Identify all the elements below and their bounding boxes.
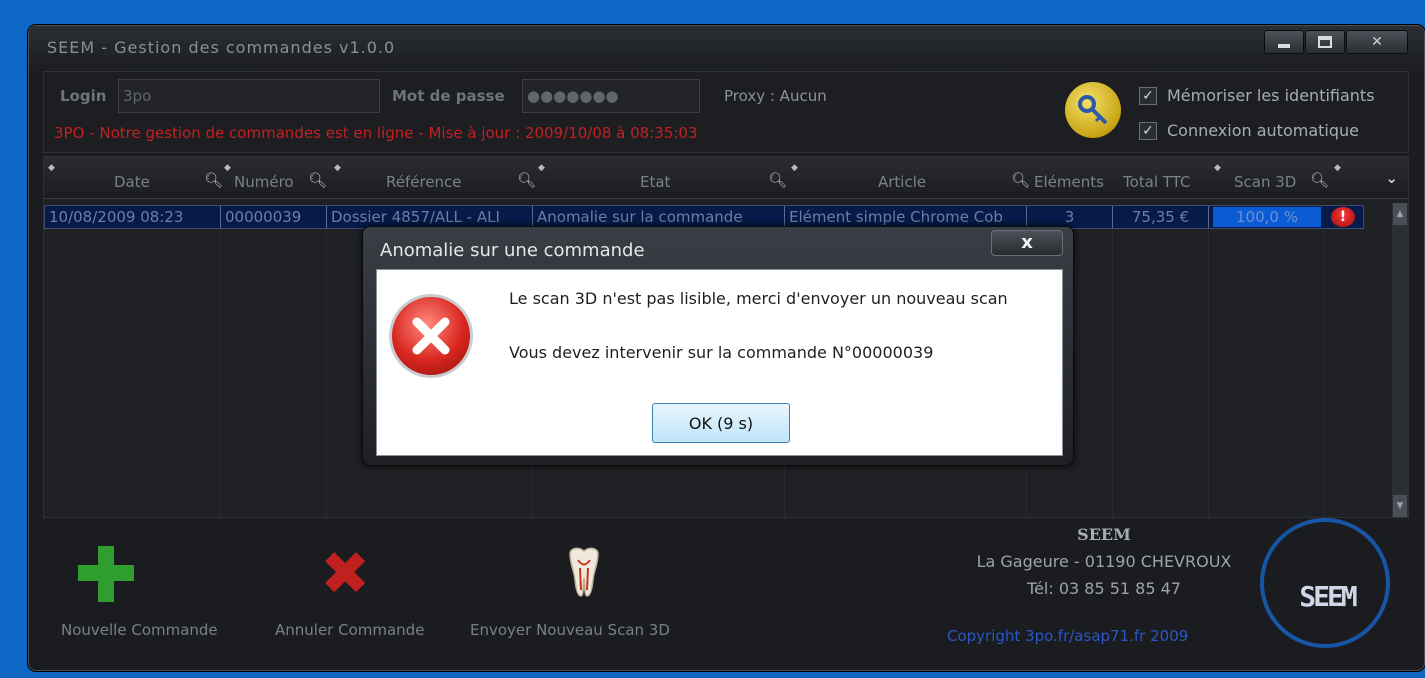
column-scan3d[interactable]: Scan 3D <box>1234 173 1296 191</box>
close-icon: x <box>1021 232 1033 253</box>
magnifier-icon[interactable]: 🔍︎ <box>308 171 327 189</box>
password-input[interactable] <box>522 79 700 113</box>
column-divider <box>326 230 327 517</box>
proxy-status: Proxy : Aucun <box>724 87 827 105</box>
remember-credentials[interactable]: ✓ Mémoriser les identifiants <box>1139 86 1375 105</box>
cancel-order-label-wrap[interactable]: Annuler Commande <box>275 620 424 639</box>
new-order-label-wrap[interactable]: Nouvelle Commande <box>61 620 218 639</box>
anomaly-dialog: Anomalie sur une commande x Le scan 3D n… <box>362 226 1074 466</box>
login-label: Login <box>60 87 107 105</box>
close-window-button[interactable]: ✕ <box>1346 30 1408 54</box>
sort-arrow-icon: ◆ <box>1214 163 1221 173</box>
title-bar[interactable]: SEEM - Gestion des commandes v1.0.0 ✕ <box>29 26 1424 71</box>
auto-connect[interactable]: ✓ Connexion automatique <box>1139 121 1359 140</box>
column-date[interactable]: Date <box>114 173 150 191</box>
cell-article: Elément simple Chrome Cob <box>785 206 1027 228</box>
column-total[interactable]: Total TTC <box>1123 173 1190 191</box>
cell-numero: 00000039 <box>221 206 327 228</box>
maximize-button[interactable] <box>1305 30 1345 54</box>
warning-icon[interactable]: ! <box>1331 207 1355 227</box>
company-phone: Tél: 03 85 51 85 47 <box>1027 579 1181 598</box>
cancel-order-label: Annuler Commande <box>275 621 425 639</box>
minimize-button[interactable] <box>1264 30 1304 54</box>
column-divider <box>1324 230 1325 517</box>
magnifier-icon[interactable]: 🔍︎ <box>204 171 223 189</box>
scroll-down-arrow-icon[interactable]: ▼ <box>1393 495 1407 517</box>
magnifier-icon[interactable]: 🔍︎ <box>1310 171 1329 189</box>
connect-button[interactable] <box>1065 82 1121 138</box>
sort-arrow-icon: ◆ <box>791 163 798 173</box>
column-etat[interactable]: Etat <box>640 173 670 191</box>
magnifier-icon[interactable]: 🔍︎ <box>768 171 787 189</box>
password-label: Mot de passe <box>392 87 505 105</box>
new-order-label: Nouvelle Commande <box>61 621 218 639</box>
column-reference[interactable]: Référence <box>386 173 462 191</box>
close-icon: ✕ <box>1371 34 1383 50</box>
table-header: ◆ Date 🔍︎ ◆ Numéro 🔍︎ ◆ Référence 🔍︎ ◆ E… <box>44 157 1408 199</box>
copyright-text: Copyright 3po.fr/asap71.fr 2009 <box>947 627 1189 645</box>
magnifier-icon[interactable]: 🔍︎ <box>1011 171 1030 189</box>
maximize-icon <box>1318 36 1332 48</box>
expand-chevron-icon[interactable]: ⌄ <box>1385 169 1398 187</box>
login-input[interactable] <box>118 79 380 113</box>
dialog-message-order: Vous devez intervenir sur la commande N°… <box>509 343 934 362</box>
column-elements[interactable]: Eléments <box>1034 173 1104 191</box>
vertical-scrollbar[interactable]: ▲ ▼ <box>1392 203 1408 517</box>
login-panel: Login Mot de passe Proxy : Aucun 3PO - N… <box>43 71 1409 153</box>
cell-elements: 3 <box>1027 206 1113 228</box>
column-article[interactable]: Article <box>878 173 926 191</box>
cell-date: 10/08/2009 08:23 <box>45 206 221 228</box>
column-divider <box>1208 230 1209 517</box>
window-title: SEEM - Gestion des commandes v1.0.0 <box>47 38 396 57</box>
cancel-order-button[interactable]: ✖ <box>320 544 370 604</box>
scroll-up-arrow-icon[interactable]: ▲ <box>1393 203 1407 225</box>
sort-arrow-icon: ◆ <box>334 163 341 173</box>
error-icon <box>389 294 473 378</box>
column-divider <box>220 230 221 517</box>
sort-arrow-icon: ◆ <box>224 163 231 173</box>
column-divider <box>1112 230 1113 517</box>
company-address: La Gageure - 01190 CHEVROUX <box>976 552 1232 571</box>
ok-button[interactable]: OK (9 s) <box>652 403 790 443</box>
connection-status: 3PO - Notre gestion de commandes est en … <box>54 124 698 142</box>
cell-etat: Anomalie sur la commande <box>533 206 785 228</box>
plus-icon-stem <box>98 546 114 602</box>
error-cross-icon <box>412 317 450 355</box>
company-name: SEEM <box>1077 525 1131 544</box>
magnifier-icon[interactable]: 🔍︎ <box>517 171 536 189</box>
autoconnect-label: Connexion automatique <box>1167 121 1359 140</box>
sort-arrow-icon: ◆ <box>538 163 545 173</box>
cross-icon: ✖ <box>320 539 371 609</box>
new-order-button[interactable] <box>78 546 134 602</box>
cell-total: 75,35 € <box>1113 206 1209 228</box>
send-scan-button[interactable] <box>566 546 602 602</box>
window-controls: ✕ <box>1264 30 1408 54</box>
scan-progress-bar: 100,0 % <box>1213 207 1321 227</box>
remember-checkbox[interactable]: ✓ <box>1139 86 1157 105</box>
dialog-title: Anomalie sur une commande <box>380 240 645 261</box>
send-scan-label-wrap[interactable]: Envoyer Nouveau Scan 3D <box>470 620 670 639</box>
remember-label: Mémoriser les identifiants <box>1167 86 1375 105</box>
dialog-body: Le scan 3D n'est pas lisible, merci d'en… <box>376 269 1063 456</box>
dialog-message-scan: Le scan 3D n'est pas lisible, merci d'en… <box>509 289 1008 308</box>
sort-arrow-icon: ◆ <box>48 163 55 173</box>
send-scan-label: Envoyer Nouveau Scan 3D <box>470 621 670 639</box>
autoconnect-checkbox[interactable]: ✓ <box>1139 121 1157 140</box>
column-numero[interactable]: Numéro <box>234 173 294 191</box>
minimize-icon <box>1278 44 1290 48</box>
key-icon <box>1078 95 1108 125</box>
dialog-close-button[interactable]: x <box>991 230 1063 256</box>
company-info: SEEM La Gageure - 01190 CHEVROUX Tél: 03… <box>950 525 1258 598</box>
tooth-icon <box>569 547 599 597</box>
sort-arrow-icon: ◆ <box>1334 163 1341 173</box>
cell-reference: Dossier 4857/ALL - ALI <box>327 206 533 228</box>
logo-text: SEEM <box>1299 580 1357 613</box>
